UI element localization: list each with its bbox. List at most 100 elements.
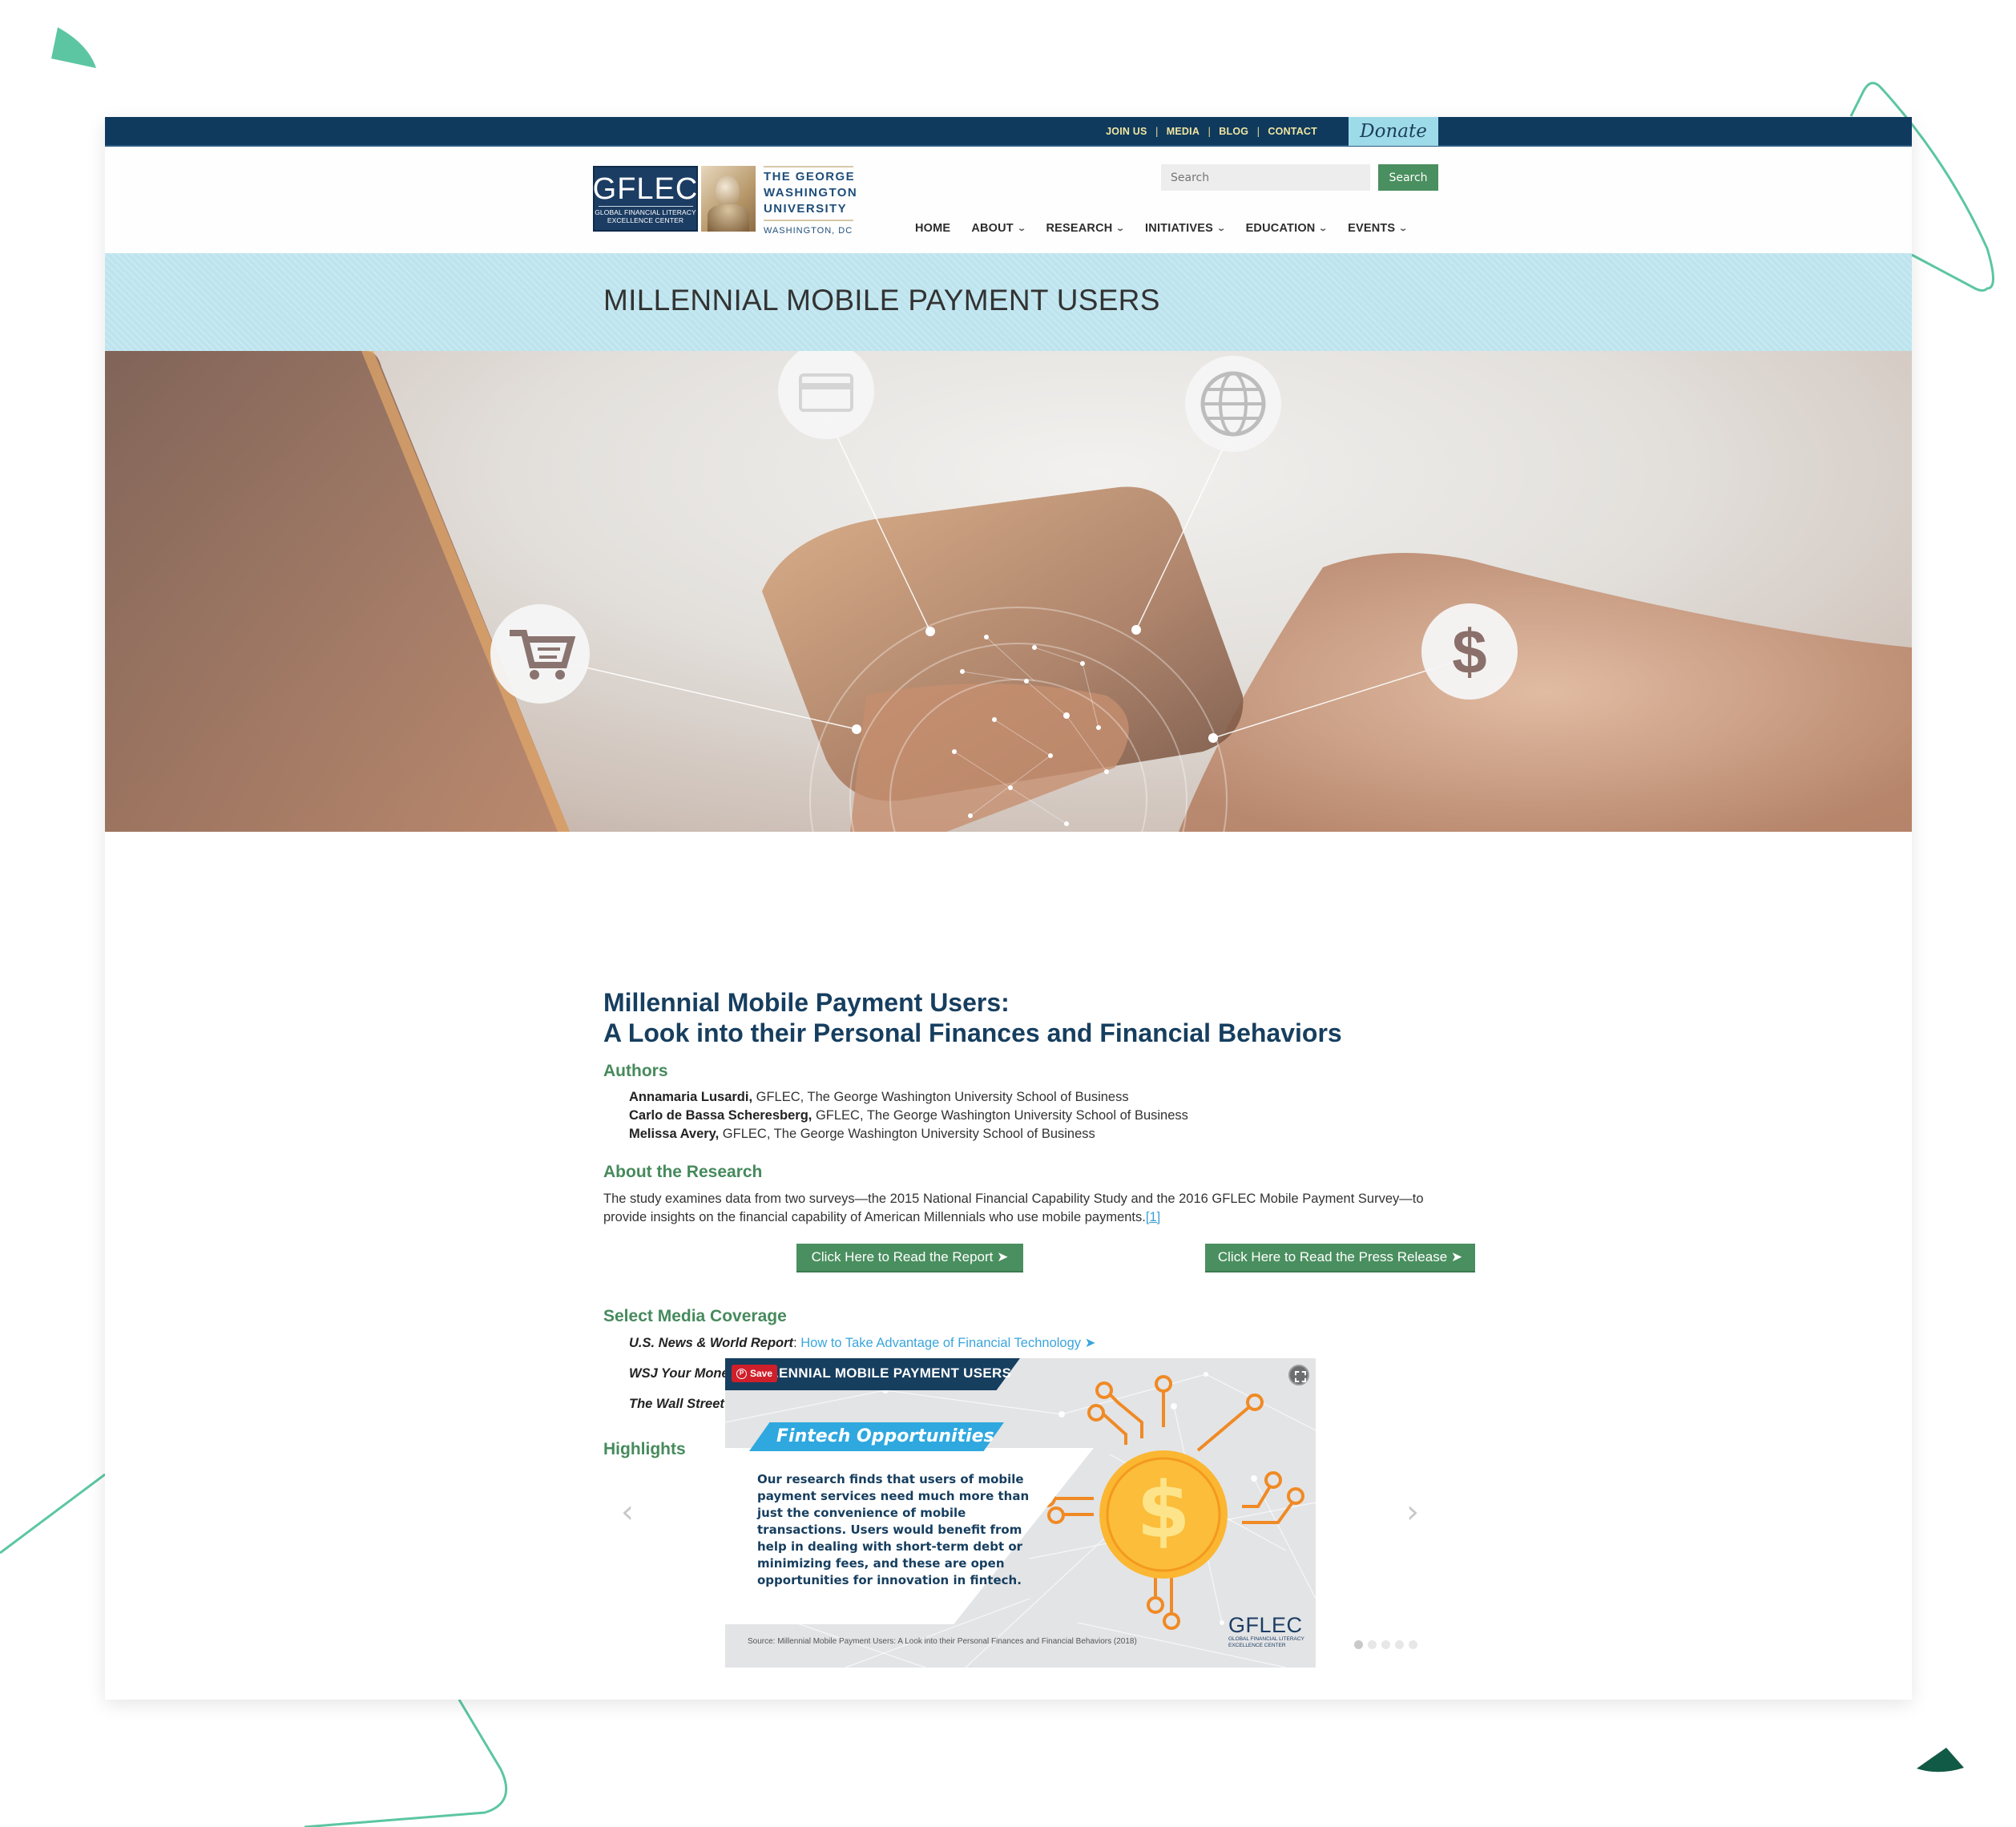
join-us-link[interactable]: JOIN US: [1106, 126, 1147, 137]
chevron-down-icon: ⌄: [1017, 224, 1027, 233]
media-coverage-heading: Select Media Coverage: [603, 1307, 787, 1325]
divider: [598, 205, 693, 207]
donate-button[interactable]: Donate: [1349, 117, 1438, 146]
gwu-line1: THE GEORGE: [764, 170, 856, 184]
pinterest-save-button[interactable]: P Save: [732, 1365, 778, 1382]
separator: |: [1256, 125, 1260, 137]
hero-image: $: [105, 351, 1912, 832]
nav-research[interactable]: RESEARCH ⌄: [1046, 222, 1125, 235]
search-button[interactable]: Search: [1378, 164, 1438, 191]
carousel-dot-1[interactable]: [1354, 1640, 1363, 1649]
infographic-logo-line1: GLOBAL FINANCIAL LITERACY: [1228, 1636, 1304, 1642]
author-affiliation: GFLEC, The George Washington University …: [752, 1090, 1129, 1104]
carousel-slide-infographic[interactable]: $ .ENNIAL MOBILE PAYMENT USERS P Save Fin…: [725, 1358, 1316, 1668]
site-logo[interactable]: GFLEC GLOBAL FINANCIAL LITERACY EXCELLEN…: [593, 166, 858, 236]
carousel-dot-4[interactable]: [1395, 1640, 1404, 1649]
media-link[interactable]: How to Take Advantage of Financial Techn…: [800, 1336, 1095, 1350]
nav-home[interactable]: HOME: [915, 222, 950, 235]
infographic-logo-text: GFLEC: [1228, 1613, 1303, 1637]
nav-label: EVENTS: [1348, 222, 1396, 235]
author-item: Carlo de Bassa Scheresberg, GFLEC, The G…: [629, 1108, 1188, 1123]
about-heading: About the Research: [603, 1163, 763, 1181]
gwu-line2: WASHINGTON: [764, 186, 858, 200]
carousel-dot-2[interactable]: [1368, 1640, 1377, 1649]
chevron-down-icon: ⌄: [1216, 224, 1227, 233]
authors-heading: Authors: [603, 1062, 668, 1080]
separator: |: [1208, 125, 1212, 137]
pinterest-icon: P: [736, 1368, 747, 1379]
about-text: The study examines data from two surveys…: [603, 1192, 1424, 1224]
nav-about[interactable]: ABOUT ⌄: [971, 222, 1027, 235]
author-item: Melissa Avery, GFLEC, The George Washing…: [629, 1127, 1095, 1142]
utility-bar: JOIN US | MEDIA | BLOG | CONTACT Donate: [105, 117, 1912, 147]
nav-label: HOME: [915, 222, 951, 235]
gwu-logo: THE GEORGE WASHINGTON UNIVERSITY WASHING…: [764, 166, 858, 236]
gflec-logo-line2: EXCELLENCE CENTER: [607, 216, 684, 224]
carousel-dot-5[interactable]: [1409, 1640, 1417, 1649]
deco-teal-leaf-top-left: [51, 27, 96, 68]
main-nav: HOME ABOUT ⌄ RESEARCH ⌄ INITIATIVES ⌄ EDUCA…: [915, 222, 1428, 235]
hero-illustration: $: [105, 351, 1912, 832]
highlights-heading: Highlights: [603, 1440, 686, 1458]
coin-dollar-sign: $: [1136, 1466, 1191, 1555]
infographic-gflec-logo: GFLEC GLOBAL FINANCIAL LITERACY EXCELLEN…: [1228, 1615, 1304, 1649]
infographic-banner-text: .ENNIAL MOBILE PAYMENT USERS: [775, 1365, 1012, 1381]
gflec-logo: GFLEC GLOBAL FINANCIAL LITERACY EXCELLEN…: [593, 166, 698, 232]
author-item: Annamaria Lusardi, GFLEC, The George Was…: [629, 1090, 1129, 1105]
credit-card-icon: [778, 351, 874, 439]
chevron-down-icon: ⌄: [1398, 224, 1409, 233]
washington-bust-icon: [701, 166, 756, 232]
divider: [764, 166, 853, 167]
carousel-dot-3[interactable]: [1381, 1640, 1390, 1649]
deco-teal-outline-bottom: [304, 1699, 508, 1827]
carousel-next-button[interactable]: ›: [1401, 1494, 1425, 1531]
nav-label: RESEARCH: [1046, 222, 1113, 235]
nav-label: INITIATIVES: [1145, 222, 1213, 235]
gflec-logo-text: GFLEC: [592, 171, 699, 206]
page-title: MILLENNIAL MOBILE PAYMENT USERS: [603, 284, 1160, 317]
infographic-source: Source: Millennial Mobile Payment Users:…: [748, 1637, 1137, 1646]
media-source: U.S. News & World Report: [629, 1336, 794, 1350]
deco-dark-leaf-bottom-right: [1917, 1748, 1964, 1773]
media-link[interactable]: MEDIA: [1167, 126, 1200, 137]
blog-link[interactable]: BLOG: [1219, 126, 1248, 137]
read-report-button[interactable]: Click Here to Read the Report ➤: [796, 1244, 1023, 1272]
about-paragraph: The study examines data from two surveys…: [603, 1190, 1437, 1227]
nav-label: ABOUT: [971, 222, 1014, 235]
author-affiliation: GFLEC, The George Washington University …: [719, 1127, 1095, 1141]
article-title-line2: A Look into their Personal Finances and …: [603, 1018, 1342, 1047]
browser-page-card: JOIN US | MEDIA | BLOG | CONTACT Donate …: [105, 117, 1912, 1700]
author-name: Carlo de Bassa Scheresberg,: [629, 1108, 812, 1123]
author-affiliation: GFLEC, The George Washington University …: [812, 1108, 1188, 1123]
divider: [764, 220, 853, 221]
author-name: Melissa Avery,: [629, 1127, 720, 1141]
hand-shape: [1179, 553, 1912, 832]
contact-link[interactable]: CONTACT: [1268, 126, 1317, 137]
fullscreen-icon[interactable]: [1288, 1365, 1309, 1385]
carousel-prev-button[interactable]: ‹: [615, 1494, 639, 1531]
media-item: U.S. News & World Report: How to Take Ad…: [629, 1335, 1095, 1351]
separator: |: [1155, 125, 1159, 137]
nav-events[interactable]: EVENTS ⌄: [1348, 222, 1409, 235]
deco-teal-line-left: [0, 1473, 106, 1555]
shopping-cart-icon: [490, 604, 590, 704]
nav-education[interactable]: EDUCATION ⌄: [1245, 222, 1329, 235]
media-sep: :: [793, 1336, 801, 1350]
svg-text:$: $: [1452, 616, 1486, 687]
nav-label: EDUCATION: [1245, 222, 1316, 235]
utility-links: JOIN US | MEDIA | BLOG | CONTACT: [1106, 117, 1317, 145]
globe-icon: [1185, 356, 1281, 452]
site-header: GFLEC GLOBAL FINANCIAL LITERACY EXCELLEN…: [105, 147, 1912, 253]
pin-save-label: Save: [750, 1368, 773, 1379]
infographic-body: Our research finds that users of mobile …: [757, 1472, 1030, 1587]
page-title-band: MILLENNIAL MOBILE PAYMENT USERS: [105, 253, 1912, 351]
gwu-line3: UNIVERSITY: [764, 202, 848, 216]
read-press-release-button[interactable]: Click Here to Read the Press Release ➤: [1205, 1244, 1475, 1272]
tablet-shape: [105, 351, 570, 832]
article-title-line1: Millennial Mobile Payment Users:: [603, 988, 1010, 1017]
footnote-link[interactable]: [1]: [1146, 1210, 1160, 1224]
gwu-city: WASHINGTON, DC: [764, 226, 853, 236]
search-input[interactable]: [1161, 164, 1370, 191]
author-name: Annamaria Lusardi,: [629, 1090, 753, 1104]
nav-initiatives[interactable]: INITIATIVES ⌄: [1145, 222, 1227, 235]
